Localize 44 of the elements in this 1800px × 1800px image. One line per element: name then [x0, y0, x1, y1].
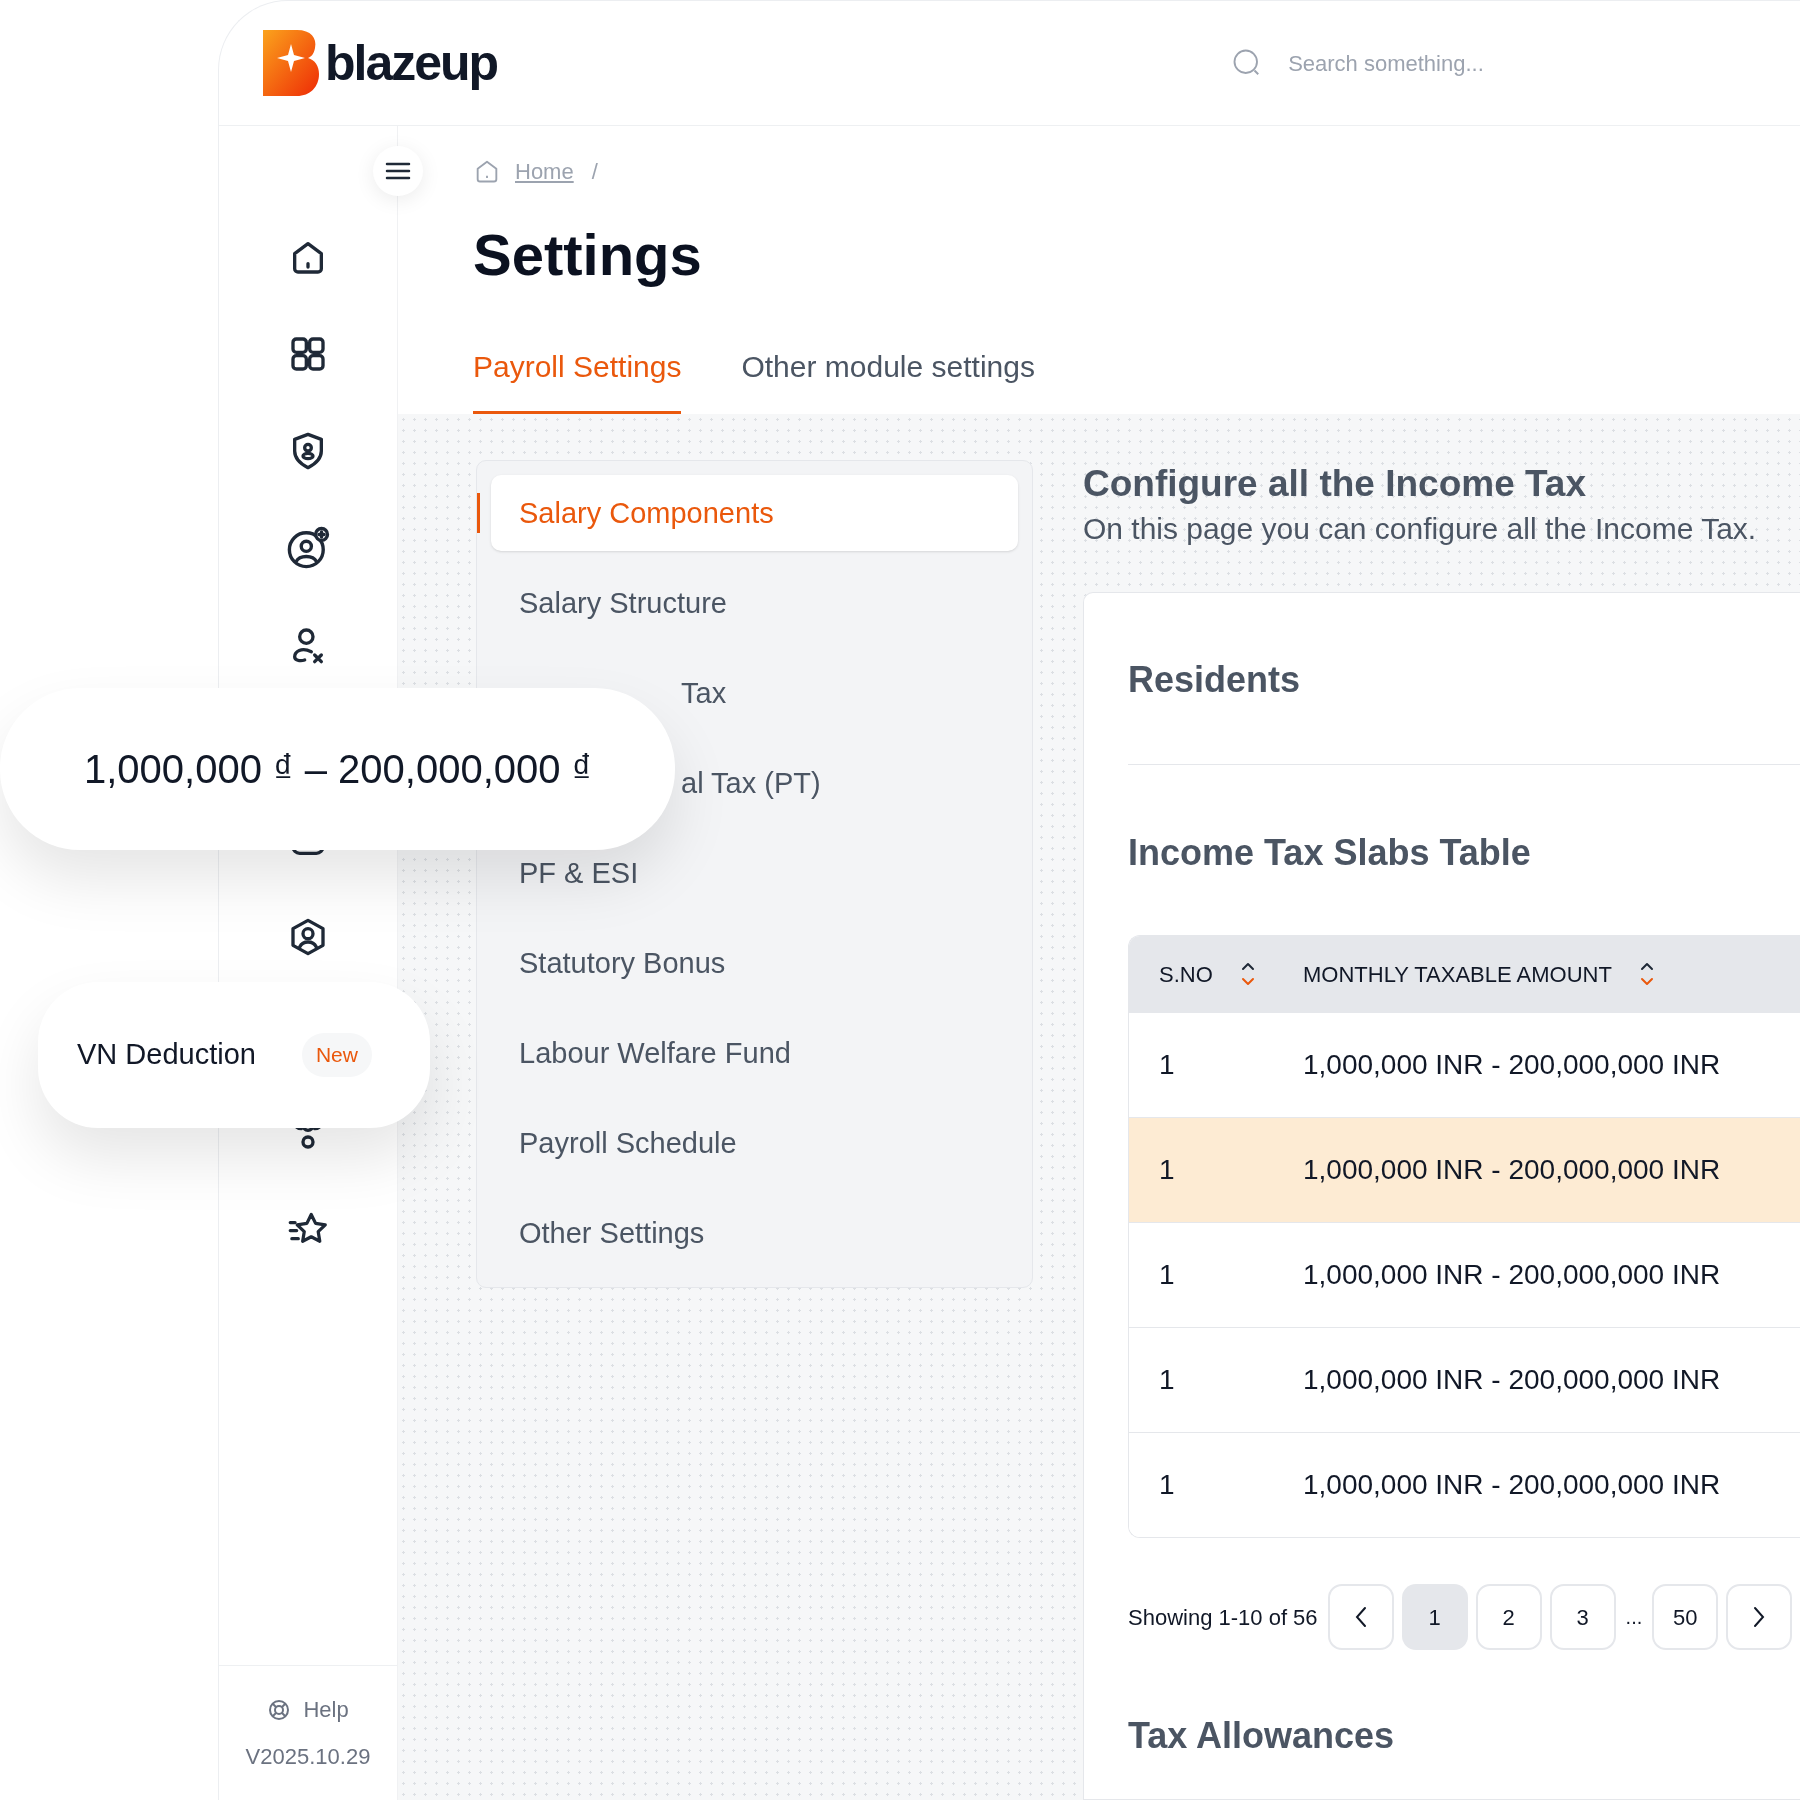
section-description: On this page you can configure all the Income Tax.	[1083, 511, 1758, 547]
section-heading: Configure all the Income Tax	[1083, 462, 1587, 506]
table-cell-text: 1	[1158, 1048, 1176, 1082]
page-title: Settings	[473, 221, 703, 289]
table-cell-text: 1	[1158, 1363, 1176, 1397]
table-row[interactable]: 1 1,000,000 INR - 200,000,000 INR	[1129, 1432, 1800, 1537]
table-cell-text: 1	[1158, 1153, 1176, 1187]
settings-menu-item[interactable]: Salary Structure	[519, 583, 727, 623]
table-cell-text: 1,000,000 INR - 200,000,000 INR	[1303, 1363, 1722, 1397]
deduction-label: VN Deduction	[77, 1037, 256, 1073]
settings-menu-item[interactable]: al Tax (PT)	[681, 763, 821, 803]
new-badge: New	[301, 1033, 372, 1077]
page-button[interactable]: 2	[1475, 1584, 1542, 1650]
page-button[interactable]: 1	[1401, 1584, 1468, 1650]
column-header: S.NO	[1159, 960, 1213, 989]
version-text: V2025.10.29	[245, 1743, 371, 1771]
page-button[interactable]: 3	[1549, 1584, 1616, 1650]
settings-menu-item[interactable]: Labour Welfare Fund	[519, 1033, 791, 1073]
table-cell-text: 1,000,000 INR - 200,000,000 INR	[1303, 1048, 1722, 1082]
amount-range-text: 1,000,000 ₫ – 200,000,000 ₫	[84, 746, 593, 793]
table-cell-text: 1,000,000 INR - 200,000,000 INR	[1303, 1258, 1722, 1292]
settings-menu-item[interactable]: PF & ESI	[519, 853, 639, 893]
settings-menu-item[interactable]: Other Settings	[519, 1213, 705, 1253]
table-cell-text: 1,000,000 INR - 200,000,000 INR	[1303, 1468, 1722, 1502]
settings-menu-item[interactable]: Salary Components	[491, 475, 1018, 551]
pagination-ellipsis: ...	[1624, 1605, 1644, 1630]
table-cell-text: 1,000,000 INR - 200,000,000 INR	[1303, 1153, 1722, 1187]
search-field[interactable]: Search something...	[1288, 46, 1589, 80]
settings-menu-item[interactable]: Tax	[681, 673, 727, 713]
settings-menu-item[interactable]: Payroll Schedule	[519, 1123, 737, 1163]
tab[interactable]: Other module settings	[741, 344, 1035, 414]
brand-name: blazeup	[325, 38, 498, 88]
column-header: MONTHLY TAXABLE AMOUNT	[1303, 960, 1612, 989]
section-heading: Tax Allowances	[1128, 1714, 1396, 1758]
table-cell-text: 1	[1158, 1258, 1176, 1292]
settings-menu-item[interactable]: Statutory Bonus	[519, 943, 726, 983]
table-cell-text: 1	[1158, 1468, 1176, 1502]
card-heading: Residents	[1128, 658, 1302, 702]
help-link[interactable]: Help	[267, 1693, 349, 1726]
table-row[interactable]: 1 1,000,000 INR - 200,000,000 INR	[1129, 1117, 1800, 1222]
pagination-summary: Showing 1-10 of 56	[1128, 1603, 1318, 1632]
page-button[interactable]: 50	[1652, 1584, 1719, 1650]
breadcrumb-separator: /	[591, 157, 598, 186]
table-title: Income Tax Slabs Table	[1128, 831, 1532, 875]
